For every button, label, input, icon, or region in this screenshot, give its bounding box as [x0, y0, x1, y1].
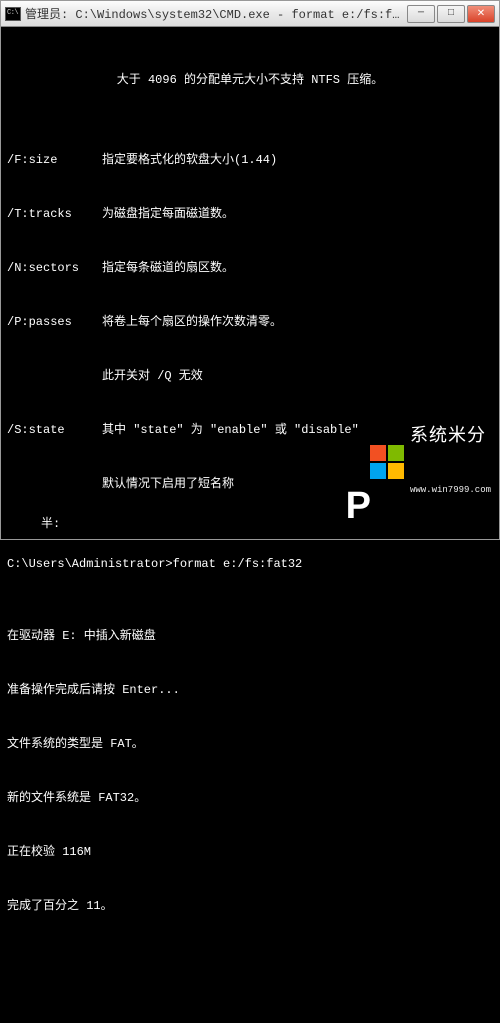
window-title: 管理员: C:\Windows\system32\CMD.exe - forma… — [25, 5, 405, 22]
option-key — [7, 367, 102, 385]
option-row: /F:size 指定要格式化的软盘大小(1.44) — [7, 151, 493, 169]
option-key: /N:sectors — [7, 259, 102, 277]
watermark: 系统米分 www.win7999.com — [370, 392, 491, 533]
ime-indicator: 半: — [41, 515, 60, 533]
option-key: /P:passes — [7, 313, 102, 331]
cmd-window: 管理员: C:\Windows\system32\CMD.exe - forma… — [0, 0, 500, 540]
title-bar[interactable]: 管理员: C:\Windows\system32\CMD.exe - forma… — [1, 1, 499, 27]
progress-line: 文件系统的类型是 FAT。 — [7, 735, 493, 753]
console-bottom-row: 半: 系统米分 www.win7999.com — [1, 392, 499, 539]
option-key: /F:size — [7, 151, 102, 169]
window-controls: ─ □ ✕ — [405, 5, 495, 23]
progress-line: 完成了百分之 11。 — [7, 897, 493, 915]
option-row: /T:tracks 为磁盘指定每面磁道数。 — [7, 205, 493, 223]
close-button[interactable]: ✕ — [467, 5, 495, 23]
option-desc: 为磁盘指定每面磁道数。 — [102, 205, 493, 223]
option-desc: 指定要格式化的软盘大小(1.44) — [102, 151, 493, 169]
watermark-title: 系统米分 — [410, 428, 491, 448]
option-desc: 将卷上每个扇区的操作次数清零。 — [102, 313, 493, 331]
maximize-button[interactable]: □ — [437, 5, 465, 23]
option-row: /P:passes 将卷上每个扇区的操作次数清零。 — [7, 313, 493, 331]
progress-line: 新的文件系统是 FAT32。 — [7, 789, 493, 807]
option-row: 此开关对 /Q 无效 — [7, 367, 493, 385]
progress-line: 准备操作完成后请按 Enter... — [7, 681, 493, 699]
minimize-button[interactable]: ─ — [407, 5, 435, 23]
progress-line: 在驱动器 E: 中插入新磁盘 — [7, 627, 493, 645]
progress-line: 正在校验 116M — [7, 843, 493, 861]
command-prompt: C:\Users\Administrator>format e:/fs:fat3… — [7, 555, 493, 573]
cmd-icon — [5, 7, 21, 21]
option-row: /N:sectors 指定每条磁道的扇区数。 — [7, 259, 493, 277]
option-desc: 此开关对 /Q 无效 — [102, 367, 493, 385]
watermark-url: www.win7999.com — [410, 484, 491, 498]
header-line: 大于 4096 的分配单元大小不支持 NTFS 压缩。 — [7, 67, 493, 97]
option-key: /T:tracks — [7, 205, 102, 223]
console-output[interactable]: 大于 4096 的分配单元大小不支持 NTFS 压缩。 /F:size 指定要格… — [1, 27, 499, 539]
windows-logo-icon — [370, 445, 404, 479]
option-desc: 指定每条磁道的扇区数。 — [102, 259, 493, 277]
